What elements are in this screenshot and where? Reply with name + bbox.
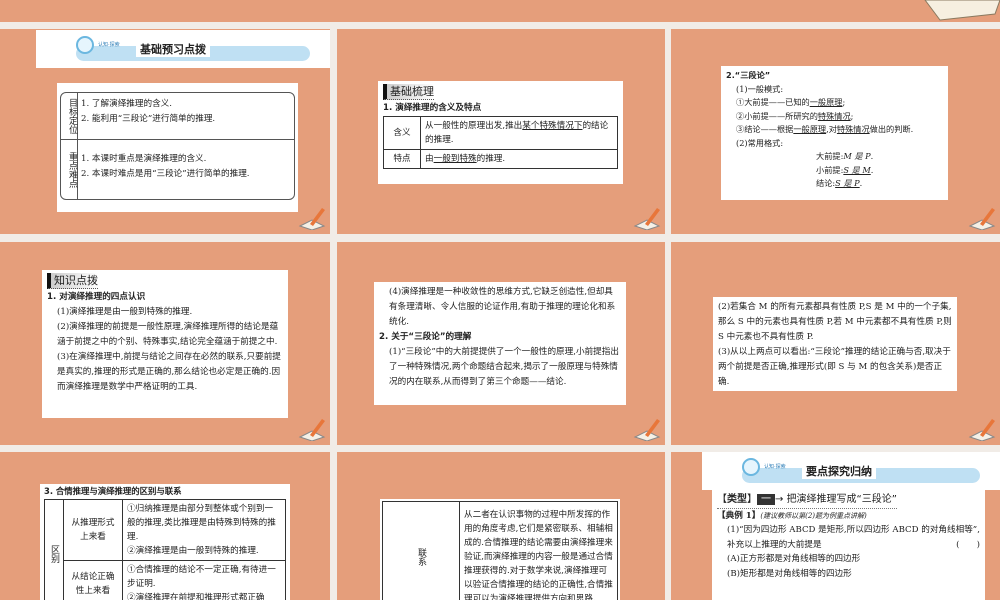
table-cell: 从二者在认识事物的过程中所发挥的作用的角度考虑,它们是紧密联系、相辅相成的.合情…: [459, 501, 618, 600]
banner-title: 要点探究归纳: [802, 463, 876, 479]
content-box: 【类型】一 → 把演绎推理写成“三段论” 【典例 1】(建议教师以第(2)题为例重…: [712, 490, 985, 600]
content-box: 基础梳理 1. 演绎推理的含义及特点 含义 从一般性的原理出发,推出某个特殊情况…: [378, 81, 623, 184]
content-box: 2.“三段论” (1)一般模式: ①大前提——已知的一般原理; ②小前提——所研…: [721, 66, 948, 200]
format-line: 结论:S 是 P.: [816, 178, 863, 188]
slide-3[interactable]: 2.“三段论” (1)一般模式: ①大前提——已知的一般原理; ②小前提——所研…: [671, 29, 1000, 234]
content-heading: 1. 对演绎推理的四点认识: [47, 292, 146, 302]
slide-7[interactable]: 3. 合情推理与演绎推理的区别与联系 区别 从推理形式上来看 ①归纳推理是由部分…: [0, 452, 330, 600]
text-line: ③结论——根据一般原理,对特殊情况做出的判断.: [736, 124, 914, 134]
row-label: 联系: [382, 501, 460, 600]
book-decoration-icon: [924, 0, 1000, 21]
content-heading: 2.“三段论”: [726, 70, 771, 80]
pencil-book-icon: [968, 208, 996, 230]
paragraph: (1)“三段论”中的大前提提供了一个一般性的原理,小前提指出了一种特殊情况,两个…: [389, 347, 619, 387]
magnifier-icon: [742, 458, 760, 476]
text-line: (2)常用格式:: [736, 137, 784, 148]
pencil-book-icon: [968, 419, 996, 441]
pencil-book-icon: [633, 208, 661, 230]
banner-title: 基础预习点拨: [136, 41, 210, 57]
section-banner: 认知·探索 要点探究归纳: [702, 452, 1000, 490]
content-box: 联系 从二者在认识事物的过程中所发挥的作用的角度考虑,它们是紧密联系、相辅相成的…: [380, 499, 620, 600]
example-heading: 【典例 1】(建议教师以第(2)题为例重点讲解): [717, 510, 867, 521]
key-label: 重点难点: [61, 140, 78, 199]
option-b[interactable]: (B)矩形都是对角线相等的四边形: [717, 567, 980, 582]
paragraph: (3)从以上两点可以看出:“三段论”推理的结论正确与否,取决于两个前提是否正确,…: [718, 347, 951, 387]
text-line: ②小前提——所研究的特殊情况;: [736, 110, 854, 121]
paragraph: (1)演绎推理是由一般到特殊的推理.: [57, 307, 193, 317]
pencil-book-icon: [298, 208, 326, 230]
slide-4[interactable]: 知识点拨 1. 对演绎推理的四点认识 (1)演绎推理是由一般到特殊的推理. (2…: [0, 242, 330, 445]
section-heading: 知识点拨: [47, 273, 98, 289]
slide-2[interactable]: 基础梳理 1. 演绎推理的含义及特点 含义 从一般性的原理出发,推出某个特殊情况…: [337, 29, 665, 234]
type-heading: 【类型】一 → 把演绎推理写成“三段论”: [717, 493, 897, 509]
content-box: (4)演绎推理是一种收敛性的思维方式,它缺乏创造性,但却具有条理清晰、令人信服的…: [374, 282, 626, 405]
section-banner: 认知·探索 基础预习点拨: [36, 30, 330, 68]
table-cell: 从一般性的原理出发,推出某个特殊情况下的结论的推理.: [420, 116, 618, 150]
content-heading: 2. 关于“三段论”的理解: [379, 332, 472, 342]
table-label: 含义: [383, 116, 421, 150]
key-item: 1. 本课时重点是演绎推理的含义.: [81, 154, 207, 164]
format-line: 小前提:S 是 M.: [816, 164, 874, 175]
definition-table: 含义 从一般性的原理出发,推出某个特殊情况下的结论的推理. 特点 由一般到特殊的…: [383, 116, 618, 169]
goals-box: 目标定位 1. 了解演绎推理的含义. 2. 能利用“三段论”进行简单的推理. 重…: [57, 83, 298, 212]
text-line: (1)一般模式:: [736, 83, 784, 94]
table-cell: ①合情推理的结论不一定正确,有待进一步证明. ②演绎推理在前提和推理形式都正确: [122, 560, 286, 600]
banner-subtitle: 认知·探索: [98, 42, 120, 48]
format-line: 大前提:M 是 P.: [816, 151, 874, 161]
pencil-book-icon: [298, 419, 326, 441]
table-cell: 由一般到特殊的推理.: [420, 149, 618, 169]
table-cell: ①归纳推理是由部分到整体或个别到一般的推理,类比推理是由特殊到特殊的推理. ②演绎…: [122, 499, 286, 561]
slide-5[interactable]: (4)演绎推理是一种收敛性的思维方式,它缺乏创造性,但却具有条理清晰、令人信服的…: [337, 242, 665, 445]
slide-8[interactable]: 联系 从二者在认识事物的过程中所发挥的作用的角度考虑,它们是紧密联系、相辅相成的…: [337, 452, 665, 600]
goal-item: 1. 了解演绎推理的含义.: [81, 99, 173, 109]
content-box: 知识点拨 1. 对演绎推理的四点认识 (1)演绎推理是由一般到特殊的推理. (2…: [42, 270, 288, 418]
section-heading: 基础梳理: [383, 84, 434, 100]
slide-9[interactable]: 认知·探索 要点探究归纳 【类型】一 → 把演绎推理写成“三段论” 【典例 1】(…: [671, 452, 1000, 600]
content-heading: 1. 演绎推理的含义及特点: [383, 103, 482, 113]
banner-subtitle: 认知·探索: [764, 464, 786, 470]
slide-partial-top: [0, 0, 1000, 22]
question: (1)“因为四边形 ABCD 是矩形,所以四边形 ABCD 的对角线相等”,补充…: [727, 525, 980, 550]
row-label: 从结论正确性上来看: [63, 560, 123, 600]
slide-6[interactable]: (2)若集合 M 的所有元素都具有性质 P,S 是 M 中的一个子集,那么 S …: [671, 242, 1000, 445]
paragraph: (4)演绎推理是一种收敛性的思维方式,它缺乏创造性,但却具有条理清晰、令人信服的…: [389, 287, 616, 327]
pencil-book-icon: [633, 419, 661, 441]
table-label: 特点: [383, 149, 421, 169]
paragraph: (2)若集合 M 的所有元素都具有性质 P,S 是 M 中的一个子集,那么 S …: [718, 302, 952, 342]
paragraph: (2)演绎推理的前提是一般性原理,演绎推理所得的结论是蕴涵于前提之中的个别、特殊…: [57, 322, 279, 347]
content-box: 3. 合情推理与演绎推理的区别与联系 区别 从推理形式上来看 ①归纳推理是由部分…: [40, 484, 290, 600]
option-a[interactable]: (A)正方形都是对角线相等的四边形: [717, 552, 980, 567]
content-box: (2)若集合 M 的所有元素都具有性质 P,S 是 M 中的一个子集,那么 S …: [713, 297, 957, 391]
content-heading: 3. 合情推理与演绎推理的区别与联系: [44, 486, 182, 496]
magnifier-icon: [76, 36, 94, 54]
goal-label: 目标定位: [61, 93, 78, 139]
group-label: 区别: [44, 499, 64, 600]
comparison-table: 区别 从推理形式上来看 ①归纳推理是由部分到整体或个别到一般的推理,类比推理是由…: [44, 499, 286, 600]
key-item: 2. 本课时难点是用“三段论”进行简单的推理.: [81, 169, 250, 179]
row-label: 从推理形式上来看: [63, 499, 123, 561]
slide-1[interactable]: 认知·探索 基础预习点拨 目标定位 1. 了解演绎推理的含义. 2. 能利用“三…: [0, 29, 330, 234]
goal-item: 2. 能利用“三段论”进行简单的推理.: [81, 114, 216, 124]
text-line: ①大前提——已知的一般原理;: [736, 97, 846, 107]
paragraph: (3)在演绎推理中,前提与结论之间存在必然的联系,只要前提是真实的,推理的形式是…: [57, 352, 281, 392]
relation-table: 联系 从二者在认识事物的过程中所发挥的作用的角度考虑,它们是紧密联系、相辅相成的…: [382, 501, 618, 600]
